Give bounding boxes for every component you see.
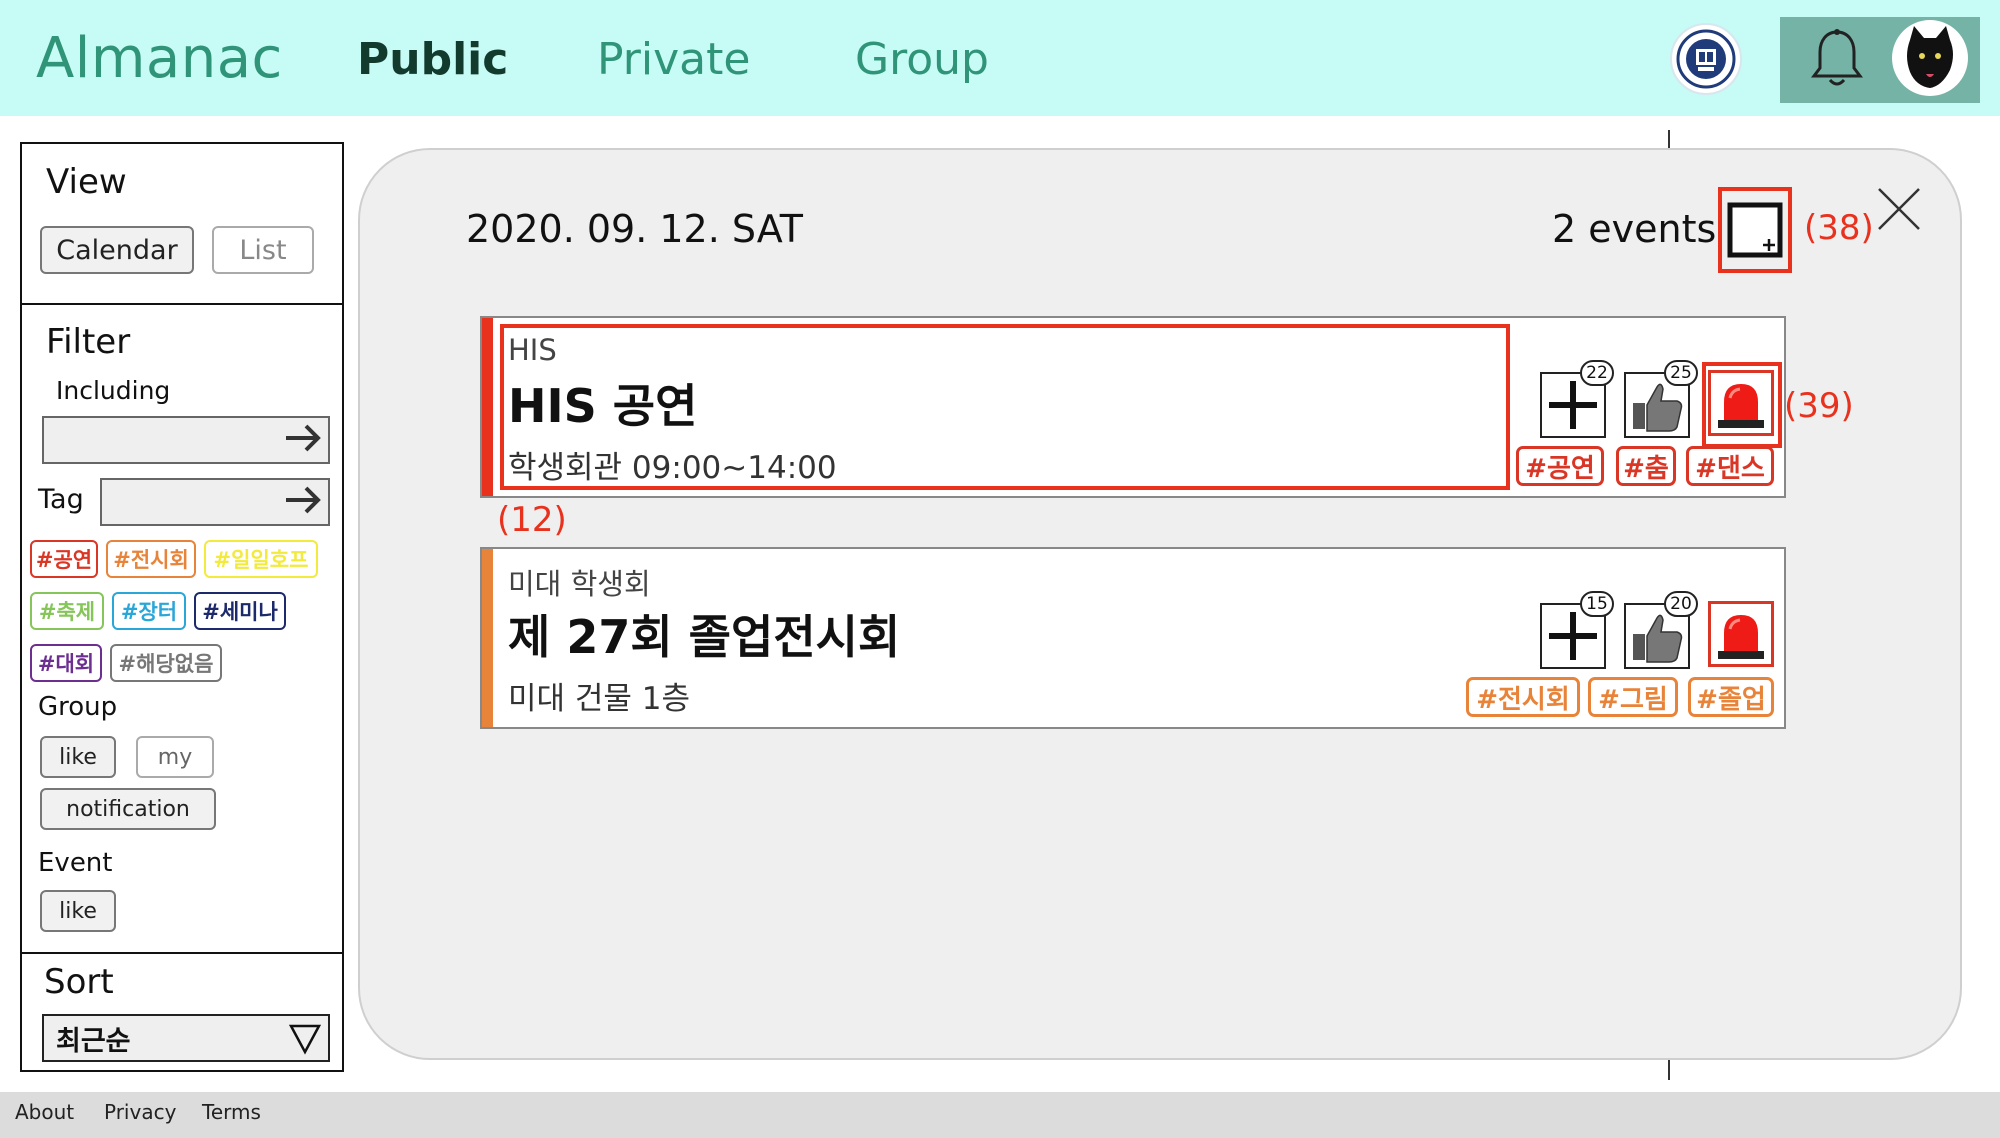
bell-icon[interactable] bbox=[1810, 28, 1864, 94]
divider bbox=[1668, 130, 1670, 148]
event-place-time: 학생회관 09:00~14:00 bbox=[508, 450, 837, 486]
tag-chip[interactable]: #공연 bbox=[30, 540, 98, 578]
tag-chip[interactable]: #장터 bbox=[112, 592, 186, 630]
annotation-label: (38) bbox=[1804, 208, 1874, 248]
nav-group[interactable]: Group bbox=[855, 34, 989, 85]
nav-public[interactable]: Public bbox=[357, 34, 508, 85]
event-tag[interactable]: #댄스 bbox=[1686, 446, 1774, 486]
app-logo[interactable]: Almanac bbox=[36, 26, 283, 91]
view-heading: View bbox=[46, 162, 127, 202]
event-color-stripe bbox=[482, 318, 493, 496]
event-tag[interactable]: #춤 bbox=[1616, 446, 1676, 486]
footer-privacy-link[interactable]: Privacy bbox=[104, 1100, 176, 1124]
event-card[interactable]: HIS HIS 공연 학생회관 09:00~14:00 22 25 #공연 #춤… bbox=[480, 316, 1786, 498]
footer-about-link[interactable]: About bbox=[15, 1100, 74, 1124]
top-bar: Almanac Public Private Group bbox=[0, 0, 2000, 116]
notification-alarm-button[interactable] bbox=[1708, 601, 1774, 667]
tag-chip[interactable]: #축제 bbox=[30, 592, 104, 630]
like-count-badge: 25 bbox=[1664, 360, 1698, 386]
university-emblem-icon[interactable] bbox=[1670, 23, 1742, 95]
event-card[interactable]: 미대 학생회 제 27회 졸업전시회 미대 건물 1층 15 20 #전시회 #… bbox=[480, 547, 1786, 729]
event-place-time: 미대 건물 1층 bbox=[508, 681, 691, 717]
event-tag[interactable]: #그림 bbox=[1588, 677, 1678, 717]
sort-select[interactable]: 최근순 bbox=[42, 1014, 330, 1062]
notification-alarm-button[interactable] bbox=[1708, 370, 1774, 436]
nav-private[interactable]: Private bbox=[597, 34, 750, 85]
arrow-right-icon[interactable] bbox=[284, 423, 322, 457]
sort-heading: Sort bbox=[44, 962, 114, 1002]
event-tag[interactable]: #전시회 bbox=[1466, 677, 1580, 717]
group-like-button[interactable]: like bbox=[40, 736, 116, 778]
footer: About Privacy Terms bbox=[0, 1092, 2000, 1138]
sort-selected-value: 최근순 bbox=[56, 1025, 131, 1057]
footer-terms-link[interactable]: Terms bbox=[202, 1100, 261, 1124]
tag-chip[interactable]: #전시회 bbox=[106, 540, 196, 578]
tag-input[interactable] bbox=[100, 478, 330, 526]
modal-date: 2020. 09. 12. SAT bbox=[466, 207, 803, 251]
like-count-badge: 20 bbox=[1664, 591, 1698, 617]
dropdown-triangle-icon[interactable] bbox=[288, 1022, 322, 1063]
event-tag[interactable]: #졸업 bbox=[1688, 677, 1774, 717]
add-window-icon bbox=[1727, 202, 1783, 258]
tag-chip[interactable]: #대회 bbox=[30, 644, 102, 682]
siren-icon bbox=[1718, 615, 1764, 659]
tag-chip[interactable]: #일일호프 bbox=[204, 540, 318, 578]
annotation-label: (39) bbox=[1784, 386, 1854, 426]
group-my-button[interactable]: my bbox=[136, 736, 214, 778]
annotation-label: (12) bbox=[497, 500, 567, 540]
arrow-right-icon[interactable] bbox=[284, 485, 322, 519]
tag-chip[interactable]: #세미나 bbox=[194, 592, 286, 630]
close-icon[interactable] bbox=[1876, 186, 1922, 236]
divider bbox=[1668, 1060, 1670, 1080]
divider bbox=[22, 952, 342, 954]
add-event-button[interactable] bbox=[1718, 187, 1792, 273]
event-label: Event bbox=[38, 848, 113, 878]
add-count-badge: 22 bbox=[1580, 360, 1614, 386]
event-title[interactable]: 제 27회 졸업전시회 bbox=[508, 601, 900, 667]
including-input[interactable] bbox=[42, 416, 330, 464]
list-view-button[interactable]: List bbox=[212, 226, 314, 274]
event-title[interactable]: HIS 공연 bbox=[508, 370, 697, 436]
group-notification-button[interactable]: notification bbox=[40, 788, 216, 830]
including-label: Including bbox=[56, 376, 171, 405]
avatar[interactable] bbox=[1892, 20, 1968, 96]
tag-chip[interactable]: #해당없음 bbox=[110, 644, 222, 682]
tag-label: Tag bbox=[38, 484, 84, 515]
calendar-view-button[interactable]: Calendar bbox=[40, 226, 194, 274]
add-count-badge: 15 bbox=[1580, 591, 1614, 617]
filter-sidebar: View Calendar List Filter Including Tag … bbox=[20, 142, 344, 1072]
event-group-name: 미대 학생회 bbox=[508, 567, 651, 601]
event-color-stripe bbox=[482, 549, 493, 727]
event-count: 2 events bbox=[1552, 207, 1717, 251]
event-group-name: HIS bbox=[508, 333, 557, 367]
divider bbox=[22, 303, 342, 305]
group-label: Group bbox=[38, 692, 118, 722]
event-tag[interactable]: #공연 bbox=[1516, 446, 1604, 486]
event-like-button[interactable]: like bbox=[40, 890, 116, 932]
filter-heading: Filter bbox=[46, 322, 131, 362]
siren-icon bbox=[1718, 384, 1764, 428]
